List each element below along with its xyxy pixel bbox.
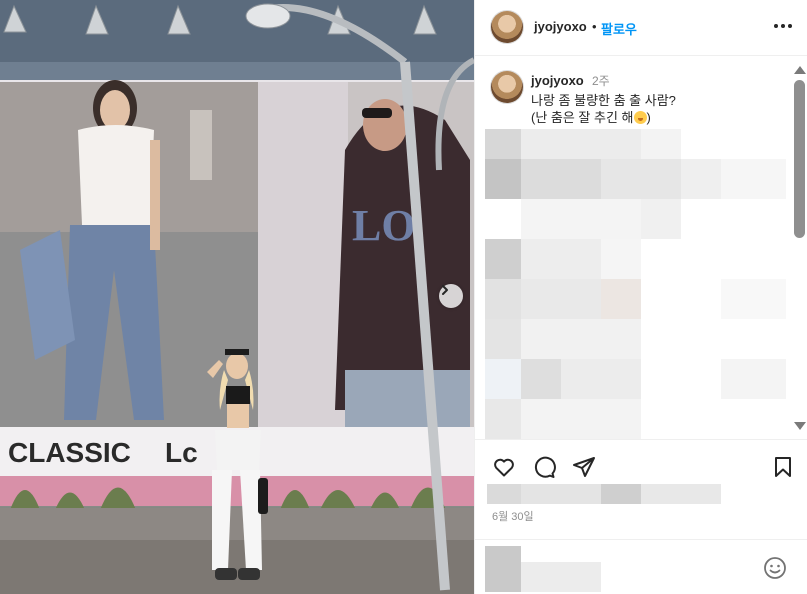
follow-button[interactable]: 팔로우: [601, 19, 637, 38]
post-photo: LO CLASSIC Lc: [0, 0, 474, 594]
blur-tile: [721, 279, 786, 319]
blur-tile: [601, 239, 641, 279]
share-button[interactable]: [572, 455, 596, 479]
comment-icon: [534, 456, 556, 478]
blur-tile: [521, 279, 601, 319]
post-header: jyojyoxo • 팔로우: [475, 0, 807, 56]
blur-tile: [521, 484, 601, 504]
blur-tile: [485, 159, 521, 199]
blur-tile: [521, 199, 641, 239]
smiley-icon: [764, 557, 786, 579]
add-comment-bar: [475, 539, 807, 594]
blur-tile: [641, 129, 681, 159]
blur-tile: [485, 319, 521, 359]
scroll-down-arrow[interactable]: [794, 422, 806, 430]
blur-tile: [521, 319, 641, 359]
comment-button[interactable]: [532, 455, 556, 479]
comments-area[interactable]: jyojyoxo 2주 나랑 좀 불량한 춤 출 사람? (난 춤은 잘 추긴 …: [475, 57, 807, 439]
svg-text:LO: LO: [352, 201, 416, 250]
blur-tile: [485, 399, 521, 439]
blur-tile: [485, 239, 521, 279]
blur-tile: [721, 159, 786, 199]
header-username[interactable]: jyojyoxo: [534, 19, 587, 34]
blurred-comments: [485, 129, 790, 439]
caption-avatar[interactable]: [491, 71, 523, 103]
blur-tile: [601, 159, 681, 199]
avatar[interactable]: [491, 11, 523, 43]
separator-dot: •: [592, 19, 597, 34]
blurred-likes: [487, 484, 721, 504]
chevron-right-icon: [442, 285, 448, 295]
caption-text-line2-end: ): [646, 110, 651, 125]
more-options-button[interactable]: [773, 16, 793, 36]
caption-username[interactable]: jyojyoxo: [531, 73, 584, 88]
blur-tile: [521, 239, 601, 279]
caption-text-line2: (난 춤은 잘 추긴 해): [531, 107, 651, 126]
blur-tile: [485, 279, 521, 319]
grinning-face-icon: [633, 111, 647, 124]
blur-tile: [601, 484, 641, 504]
instagram-post-modal: LO CLASSIC Lc jyojyoxo • 팔로우 jyojyoxo 2주…: [0, 0, 807, 594]
post-details-panel: jyojyoxo • 팔로우 jyojyoxo 2주 나랑 좀 불량한 춤 출 …: [474, 0, 807, 594]
billboard-text-right: Lc: [165, 437, 198, 468]
post-date[interactable]: 6월 30일: [492, 508, 534, 524]
heart-icon: [494, 458, 514, 477]
comments-scrollbar[interactable]: [790, 62, 807, 436]
blur-tile: [601, 279, 641, 319]
save-button[interactable]: [771, 455, 795, 479]
blur-tile: [521, 399, 641, 439]
comment-input[interactable]: [485, 546, 604, 594]
blur-tile: [521, 359, 561, 399]
blur-tile: [485, 129, 521, 159]
blur-tile: [521, 129, 641, 159]
next-photo-button[interactable]: [439, 284, 463, 308]
like-button[interactable]: [492, 455, 516, 479]
billboard-text-left: CLASSIC: [8, 437, 131, 468]
scroll-up-arrow[interactable]: [794, 66, 806, 74]
bookmark-icon: [775, 457, 791, 477]
paper-plane-icon: [573, 457, 595, 477]
blur-tile: [561, 359, 641, 399]
blur-tile: [681, 159, 721, 199]
blur-tile: [485, 359, 521, 399]
blur-tile: [641, 199, 681, 239]
blur-tile: [521, 159, 601, 199]
post-actions: 6월 30일: [475, 439, 807, 539]
more-horizontal-icon: [774, 24, 792, 28]
blur-tile: [487, 484, 521, 504]
blur-tile: [641, 484, 721, 504]
caption-text-line2-main: (난 춤은 잘 추긴 해: [531, 110, 634, 125]
caption-time[interactable]: 2주: [592, 72, 610, 89]
emoji-button[interactable]: [763, 556, 787, 580]
blur-tile: [721, 359, 786, 399]
photo-illustration: LO CLASSIC Lc: [0, 0, 474, 594]
scroll-thumb[interactable]: [794, 80, 805, 238]
